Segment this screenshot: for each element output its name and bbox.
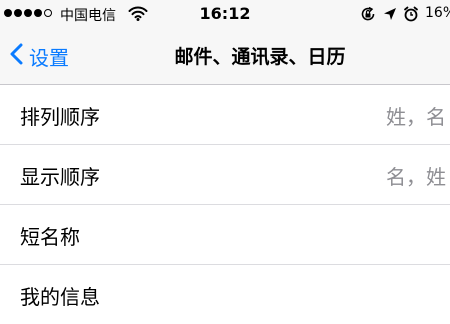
list-item-label: 排列顺序 — [20, 105, 100, 129]
navigation-bar: 设置 邮件、通讯录、日历 — [0, 28, 450, 84]
header: 中国电信 16:12 16 设置 邮件、通讯录、日历 — [0, 0, 450, 85]
settings-list: 排列顺序 姓，名 显示顺序 名，姓 短名称 我的信息 — [0, 85, 450, 324]
list-item-value: 姓，名 — [386, 105, 446, 129]
alarm-clock-icon — [403, 6, 419, 26]
chevron-left-icon — [10, 43, 23, 69]
list-item-label: 显示顺序 — [20, 165, 100, 189]
list-item-sort-order[interactable]: 排列顺序 姓，名 — [0, 85, 450, 145]
list-item-label: 短名称 — [20, 225, 80, 249]
list-item-my-info[interactable]: 我的信息 — [0, 265, 450, 324]
battery-percentage: 16% — [425, 5, 450, 21]
list-item-value: 名，姓 — [386, 165, 446, 189]
back-button-label: 设置 — [29, 45, 69, 70]
orientation-lock-icon — [360, 6, 376, 26]
list-item-short-name[interactable]: 短名称 — [0, 205, 450, 265]
page-title: 邮件、通讯录、日历 — [174, 46, 346, 68]
back-button[interactable]: 设置 — [10, 40, 69, 72]
list-item-label: 我的信息 — [20, 285, 100, 309]
list-item-display-order[interactable]: 显示顺序 名，姓 — [0, 145, 450, 205]
status-bar: 中国电信 16:12 16 — [0, 0, 450, 28]
location-arrow-icon — [383, 6, 397, 26]
